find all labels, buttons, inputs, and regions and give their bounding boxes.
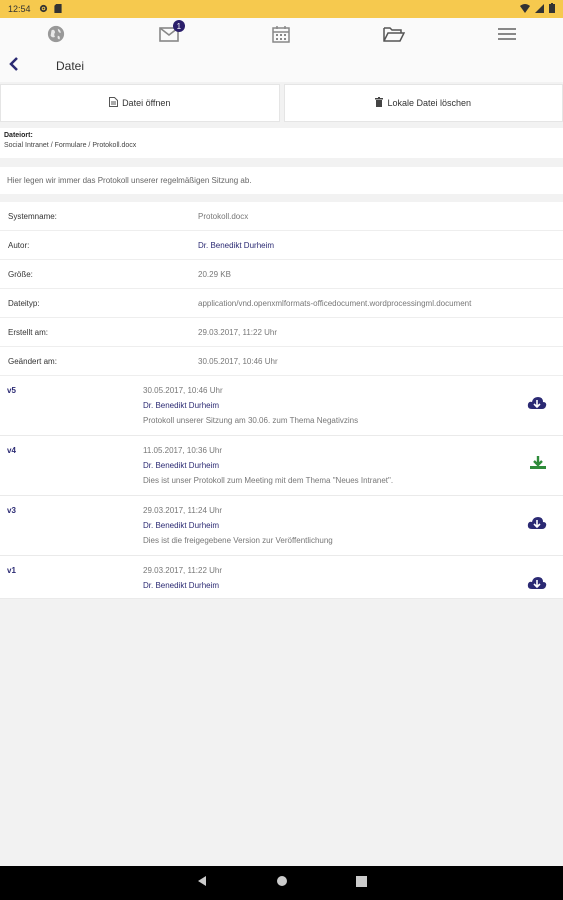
cloud-download-icon[interactable] xyxy=(527,396,547,412)
file-properties: Systemname: Protokoll.docx Autor: Dr. Be… xyxy=(0,202,563,376)
property-row: Dateityp: application/vnd.openxmlformats… xyxy=(0,289,563,318)
sd-card-icon xyxy=(53,3,62,15)
file-description: Hier legen wir immer das Protokoll unser… xyxy=(0,167,563,194)
back-triangle-icon[interactable] xyxy=(196,874,208,892)
open-file-label: Datei öffnen xyxy=(122,98,171,108)
file-location-path: Social Intranet / Formulare / Protokoll.… xyxy=(4,142,137,149)
system-navigation-bar xyxy=(0,866,563,900)
property-key: Größe: xyxy=(8,269,33,279)
property-key: Autor: xyxy=(8,240,30,250)
trash-icon xyxy=(375,97,384,109)
download-icon[interactable] xyxy=(529,456,547,472)
settings-icon xyxy=(39,4,48,15)
property-row: Autor: Dr. Benedikt Durheim xyxy=(0,231,563,260)
author-link[interactable]: Dr. Benedikt Durheim xyxy=(198,241,274,250)
property-value: application/vnd.openxmlformats-officedoc… xyxy=(198,298,472,308)
page-title: Datei xyxy=(56,59,85,73)
menu-icon[interactable] xyxy=(495,22,519,46)
property-key: Geändert am: xyxy=(8,356,57,366)
version-id: v4 xyxy=(7,446,16,455)
version-date: 29.03.2017, 11:24 Uhr xyxy=(143,506,223,515)
version-author[interactable]: Dr. Benedikt Durheim xyxy=(143,581,563,590)
file-actions: Datei öffnen Lokale Datei löschen xyxy=(0,84,563,122)
version-list: v5 30.05.2017, 10:46 Uhr Dr. Benedikt Du… xyxy=(0,376,563,599)
battery-icon xyxy=(549,3,555,15)
top-navigation: 1 xyxy=(0,18,563,50)
globe-icon[interactable] xyxy=(44,22,68,46)
property-value: 29.03.2017, 11:22 Uhr xyxy=(198,327,278,337)
property-key: Systemname: xyxy=(8,211,57,221)
property-row: Systemname: Protokoll.docx xyxy=(0,202,563,231)
calendar-icon[interactable] xyxy=(269,22,293,46)
version-date: 11.05.2017, 10:36 Uhr xyxy=(143,446,223,455)
mail-icon[interactable]: 1 xyxy=(157,20,185,46)
version-note: Dies ist unser Protokoll zum Meeting mit… xyxy=(143,476,394,485)
version-author[interactable]: Dr. Benedikt Durheim xyxy=(143,521,563,530)
document-icon xyxy=(109,97,119,109)
version-note: Dies ist die freigegebene Version zur Ve… xyxy=(143,536,333,545)
open-file-button[interactable]: Datei öffnen xyxy=(0,84,280,122)
signal-icon xyxy=(535,3,544,15)
delete-local-file-label: Lokale Datei löschen xyxy=(387,98,472,108)
property-key: Dateityp: xyxy=(8,298,40,308)
property-value: 30.05.2017, 10:46 Uhr xyxy=(198,356,278,366)
folder-open-icon[interactable] xyxy=(382,22,406,46)
property-row: Größe: 20.29 KB xyxy=(0,260,563,289)
property-row: Erstellt am: 29.03.2017, 11:22 Uhr xyxy=(0,318,563,347)
wifi-icon xyxy=(520,3,530,15)
title-bar: Datei xyxy=(0,50,563,82)
home-circle-icon[interactable] xyxy=(276,874,288,892)
version-row: v5 30.05.2017, 10:46 Uhr Dr. Benedikt Du… xyxy=(0,376,563,436)
recents-square-icon[interactable] xyxy=(356,874,367,892)
version-id: v1 xyxy=(7,566,16,575)
property-row: Geändert am: 30.05.2017, 10:46 Uhr xyxy=(0,347,563,376)
version-author[interactable]: Dr. Benedikt Durheim xyxy=(143,401,563,410)
status-time: 12:54 xyxy=(8,4,31,14)
back-button[interactable] xyxy=(8,56,38,76)
version-note: Protokoll unserer Sitzung am 30.06. zum … xyxy=(143,416,359,425)
version-row: v3 29.03.2017, 11:24 Uhr Dr. Benedikt Du… xyxy=(0,496,563,556)
version-id: v3 xyxy=(7,506,16,515)
property-value: 20.29 KB xyxy=(198,269,231,279)
chevron-left-icon xyxy=(8,56,20,76)
cloud-download-icon[interactable] xyxy=(527,516,547,532)
version-id: v5 xyxy=(7,386,16,395)
file-location-label: Dateiort: xyxy=(4,132,33,139)
version-author[interactable]: Dr. Benedikt Durheim xyxy=(143,461,563,470)
property-key: Erstellt am: xyxy=(8,327,49,337)
property-value: Protokoll.docx xyxy=(198,211,249,221)
status-bar: 12:54 xyxy=(0,0,563,18)
version-row: v4 11.05.2017, 10:36 Uhr Dr. Benedikt Du… xyxy=(0,436,563,496)
version-date: 29.03.2017, 11:22 Uhr xyxy=(143,566,223,575)
version-row: v1 29.03.2017, 11:22 Uhr Dr. Benedikt Du… xyxy=(0,556,563,599)
version-date: 30.05.2017, 10:46 Uhr xyxy=(143,386,223,395)
cloud-download-icon[interactable] xyxy=(527,576,547,592)
file-location: Dateiort: Social Intranet / Formulare / … xyxy=(0,128,563,158)
delete-local-file-button[interactable]: Lokale Datei löschen xyxy=(283,84,563,122)
mail-badge: 1 xyxy=(172,20,185,32)
